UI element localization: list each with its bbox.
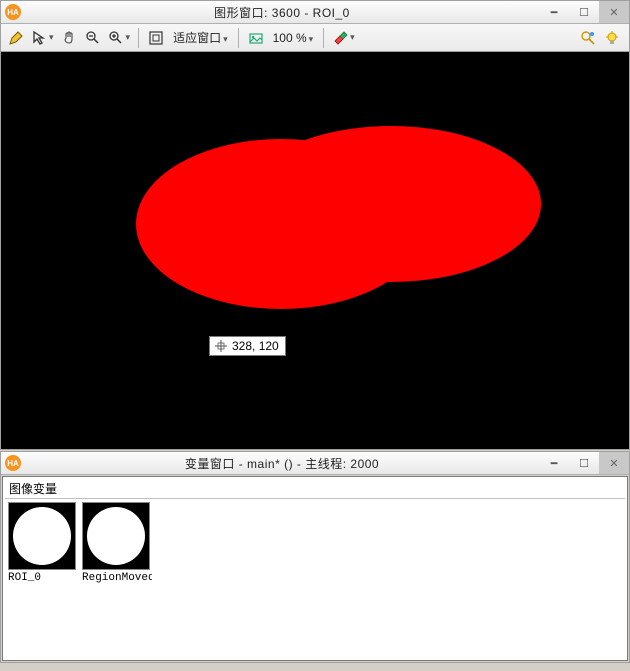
variable-thumb[interactable]: ROI_0 bbox=[8, 502, 78, 584]
variable-thumb[interactable]: RegionMoved bbox=[82, 502, 152, 584]
image-size-icon[interactable] bbox=[247, 29, 265, 47]
minimize-button[interactable]: ━ bbox=[539, 1, 569, 23]
toolbar-separator bbox=[238, 28, 239, 48]
coordinate-value: 328, 120 bbox=[232, 339, 279, 353]
thumb-image bbox=[8, 502, 76, 570]
graphics-window: HA 图形窗口: 3600 - ROI_0 ━ ☐ ✕ 适应窗口 bbox=[0, 0, 630, 450]
fit-window-label[interactable]: 适应窗口 bbox=[171, 29, 230, 46]
inspect-icon[interactable] bbox=[579, 29, 597, 47]
close-button[interactable]: ✕ bbox=[599, 1, 629, 23]
window-controls: ━ ☐ ✕ bbox=[539, 1, 629, 23]
zoom-in-icon[interactable] bbox=[108, 29, 131, 47]
region-shape bbox=[131, 124, 541, 314]
variable-window: HA 变量窗口 - main* () - 主线程: 2000 ━ ☐ ✕ 图像变… bbox=[0, 451, 630, 663]
window-controls: ━ ☐ ✕ bbox=[539, 452, 629, 474]
pointer-tool-icon[interactable] bbox=[31, 29, 54, 47]
draw-tool-icon[interactable] bbox=[7, 29, 25, 47]
clear-tool-icon[interactable] bbox=[332, 29, 355, 47]
graphics-canvas[interactable]: 328, 120 bbox=[1, 52, 629, 449]
app-icon: HA bbox=[5, 455, 21, 471]
variable-window-title: 变量窗口 - main* () - 主线程: 2000 bbox=[25, 455, 539, 472]
app-icon: HA bbox=[5, 4, 21, 20]
graphics-titlebar[interactable]: HA 图形窗口: 3600 - ROI_0 ━ ☐ ✕ bbox=[1, 1, 629, 24]
crosshair-icon bbox=[214, 339, 228, 353]
thumb-image bbox=[82, 502, 150, 570]
image-variables-heading: 图像变量 bbox=[5, 479, 625, 499]
close-button[interactable]: ✕ bbox=[599, 452, 629, 474]
idea-icon[interactable] bbox=[603, 29, 621, 47]
zoom-out-icon[interactable] bbox=[84, 29, 102, 47]
toolbar-separator bbox=[138, 28, 139, 48]
minimize-button[interactable]: ━ bbox=[539, 452, 569, 474]
variable-titlebar[interactable]: HA 变量窗口 - main* () - 主线程: 2000 ━ ☐ ✕ bbox=[1, 452, 629, 475]
graphics-toolbar: 适应窗口 100 % bbox=[1, 24, 629, 52]
variable-body: 图像变量 ROI_0 RegionMoved bbox=[2, 476, 628, 661]
hand-tool-icon[interactable] bbox=[60, 29, 78, 47]
maximize-button[interactable]: ☐ bbox=[569, 452, 599, 474]
zoom-value[interactable]: 100 % bbox=[271, 31, 316, 45]
toolbar-separator bbox=[323, 28, 324, 48]
graphics-window-title: 图形窗口: 3600 - ROI_0 bbox=[25, 4, 539, 21]
thumb-caption: ROI_0 bbox=[8, 570, 78, 584]
coordinate-tooltip: 328, 120 bbox=[209, 336, 286, 356]
maximize-button[interactable]: ☐ bbox=[569, 1, 599, 23]
thumbnail-row: ROI_0 RegionMoved bbox=[5, 499, 625, 587]
thumb-caption: RegionMoved bbox=[82, 570, 152, 584]
fit-window-icon[interactable] bbox=[147, 29, 165, 47]
